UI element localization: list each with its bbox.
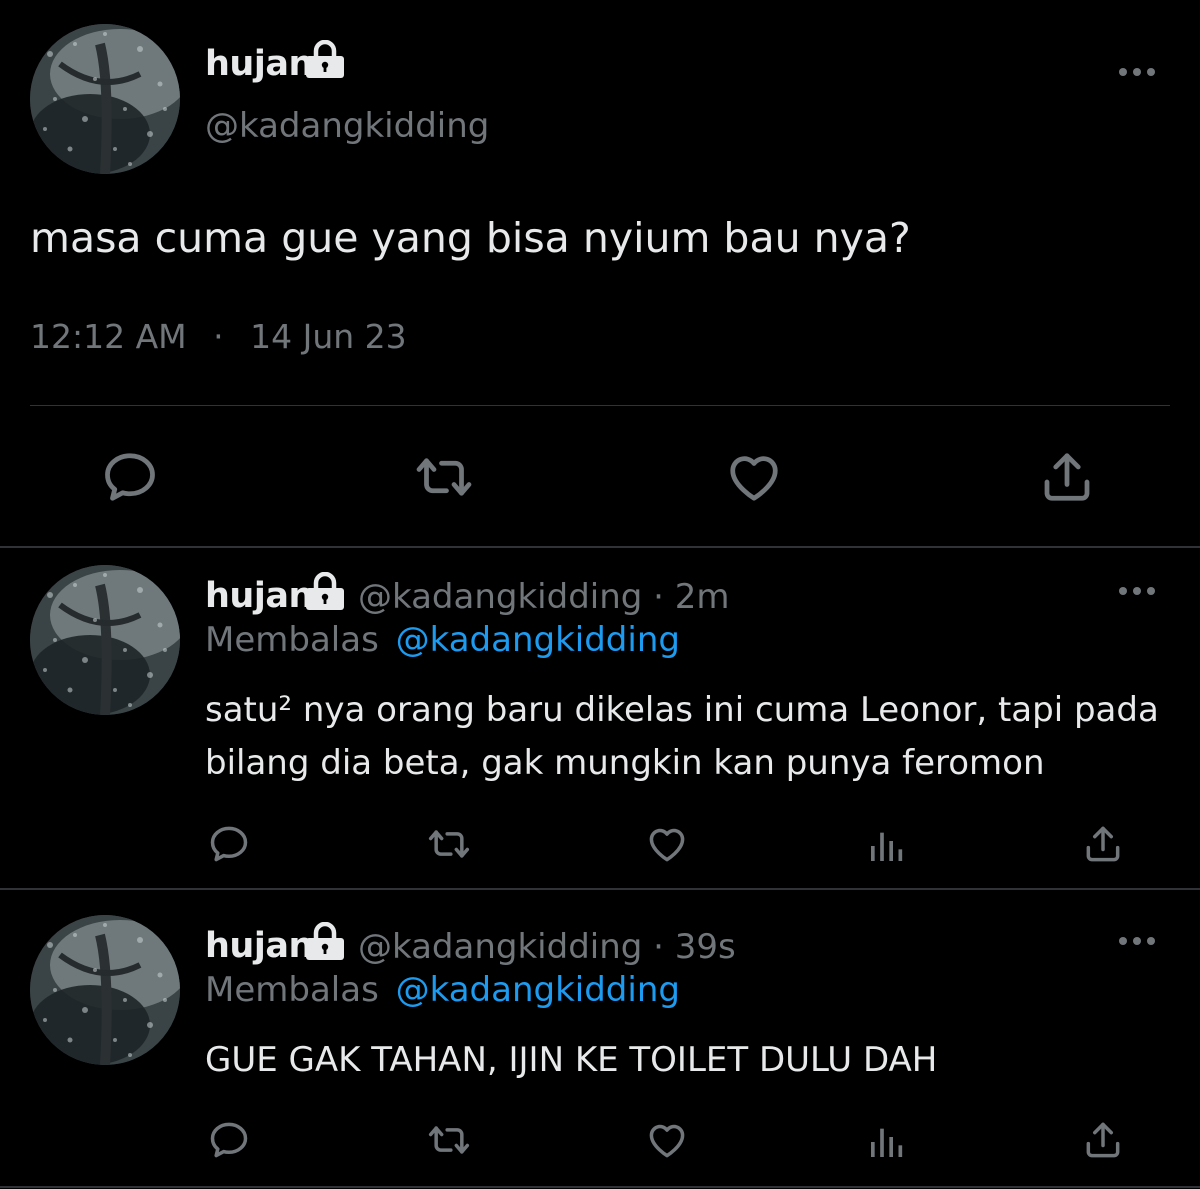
tweet-text-line: GUE GAK TAHAN, IJIN KE TOILET DULU DAH [205,1040,938,1080]
tweet-text-line: bilang dia beta, gak mungkin kan punya f… [205,743,1045,783]
divider [0,888,1200,890]
separator-dot: · [213,317,224,356]
avatar[interactable] [30,565,180,715]
replying-to: Membalas @kadangkidding [205,970,680,1010]
more-options-icon[interactable] [1117,67,1157,77]
lock-icon [303,572,347,612]
share-icon[interactable] [1081,822,1125,866]
tweet-text: masa cuma gue yang bisa nyium bau nya? [30,214,911,262]
heart-icon[interactable] [645,1118,689,1162]
lock-icon [303,40,347,80]
divider [0,546,1200,548]
analytics-icon[interactable] [866,1122,906,1162]
author-handle-time[interactable]: @kadangkidding · 2m [358,577,730,617]
share-icon[interactable] [1037,447,1097,507]
analytics-icon[interactable] [866,826,906,866]
replying-prefix: Membalas [205,970,379,1010]
mention-link[interactable]: @kadangkidding [396,970,680,1010]
replying-to: Membalas @kadangkidding [205,620,680,660]
heart-icon[interactable] [645,822,689,866]
avatar[interactable] [30,24,180,174]
author-name[interactable]: hujan [205,44,313,84]
more-options-icon[interactable] [1117,936,1157,946]
reply-icon[interactable] [100,447,160,507]
tweet-date[interactable]: 14 Jun 23 [250,317,407,356]
share-icon[interactable] [1081,1118,1125,1162]
tweet-timestamp: 12:12 AM · 14 Jun 23 [30,317,407,356]
tweet-time[interactable]: 12:12 AM [30,317,187,356]
retweet-icon[interactable] [411,447,477,507]
heart-icon[interactable] [724,447,784,507]
divider [30,405,1170,406]
avatar[interactable] [30,915,180,1065]
reply-icon[interactable] [207,822,251,866]
author-handle-time[interactable]: @kadangkidding · 39s [358,927,736,967]
mention-link[interactable]: @kadangkidding [396,620,680,660]
more-options-icon[interactable] [1117,586,1157,596]
retweet-icon[interactable] [424,1118,474,1162]
author-name[interactable]: hujan [205,576,313,616]
retweet-icon[interactable] [424,822,474,866]
reply-icon[interactable] [207,1118,251,1162]
replying-prefix: Membalas [205,620,379,660]
author-handle[interactable]: @kadangkidding [205,106,489,146]
author-name[interactable]: hujan [205,926,313,966]
divider [0,1186,1200,1188]
tweet-text-line: satu² nya orang baru dikelas ini cuma Le… [205,690,1159,730]
lock-icon [303,922,347,962]
